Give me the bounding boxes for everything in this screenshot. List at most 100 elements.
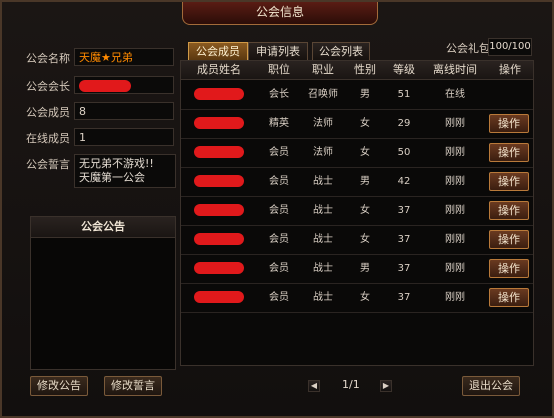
announcement-panel: 公会公告	[30, 216, 176, 370]
cell-position: 精英	[269, 118, 289, 129]
guild-members-value: 8	[74, 102, 174, 120]
guild-motto-box: 无兄弟不游戏!! 天魔第一公会	[74, 154, 176, 188]
cell-offline-time: 在线	[445, 89, 465, 100]
cell-member-name	[181, 225, 257, 254]
cell-class: 法师	[313, 147, 333, 158]
header-actions: 操作	[499, 63, 521, 76]
cell-member-name	[181, 80, 257, 109]
redacted-name	[194, 204, 244, 216]
guild-name-value: 天魔★兄弟	[74, 48, 174, 66]
cell-class: 战士	[313, 263, 333, 274]
cell-offline-time: 刚刚	[445, 205, 465, 216]
row-action-button[interactable]: 操作	[489, 143, 529, 162]
cell-gender: 女	[360, 234, 370, 245]
cell-position: 会员	[269, 263, 289, 274]
table-row[interactable]: 会员 战士 男 37 刚刚 操作	[181, 254, 533, 284]
redacted-name	[194, 291, 244, 303]
redacted-name	[79, 80, 131, 92]
table-row[interactable]: 精英 法师 女 29 刚刚 操作	[181, 109, 533, 139]
redacted-name	[194, 175, 244, 187]
window-title: 公会信息	[182, 2, 378, 25]
cell-level: 50	[397, 147, 411, 158]
redacted-name	[194, 233, 244, 245]
cell-member-name	[181, 109, 257, 138]
cell-offline-time: 刚刚	[445, 292, 465, 303]
cell-level: 29	[397, 118, 411, 129]
row-action-button[interactable]: 操作	[489, 114, 529, 133]
redacted-name	[194, 88, 244, 100]
announcement-title: 公会公告	[31, 217, 175, 238]
cell-gender: 女	[360, 205, 370, 216]
cell-gender: 女	[360, 147, 370, 158]
cell-member-name	[181, 138, 257, 167]
redacted-name	[194, 146, 244, 158]
cell-member-name	[181, 283, 257, 312]
row-action-button[interactable]: 操作	[489, 230, 529, 249]
next-page-icon[interactable]: ▶	[380, 380, 392, 392]
tab-guild-list[interactable]: 公会列表	[312, 42, 370, 60]
cell-position: 会员	[269, 234, 289, 245]
cell-gender: 女	[360, 292, 370, 303]
guild-members-label: 公会成员	[26, 106, 70, 119]
redacted-name	[194, 262, 244, 274]
prev-page-icon[interactable]: ◀	[308, 380, 320, 392]
cell-class: 法师	[313, 118, 333, 129]
page-indicator: 1/1	[342, 378, 360, 391]
cell-gender: 男	[360, 176, 370, 187]
guild-leader-label: 公会会长	[26, 80, 70, 93]
edit-motto-button[interactable]: 修改誓言	[104, 376, 162, 396]
table-row[interactable]: 会员 战士 女 37 刚刚 操作	[181, 196, 533, 226]
leave-guild-button[interactable]: 退出公会	[462, 376, 520, 396]
cell-offline-time: 刚刚	[445, 147, 465, 158]
row-action-button[interactable]: 操作	[489, 201, 529, 220]
row-action-button[interactable]: 操作	[489, 172, 529, 191]
row-action-button[interactable]: 操作	[489, 288, 529, 307]
header-class: 职业	[312, 63, 334, 76]
guild-gift-value: 100/100	[488, 38, 532, 56]
table-row[interactable]: 会员 法师 女 50 刚刚 操作	[181, 138, 533, 168]
cell-class: 战士	[313, 205, 333, 216]
tab-guild-members[interactable]: 公会成员	[188, 42, 248, 60]
cell-class: 战士	[313, 176, 333, 187]
cell-level: 37	[397, 263, 411, 274]
guild-leader-value	[74, 76, 174, 94]
redacted-name	[194, 117, 244, 129]
table-row[interactable]: 会员 战士 女 37 刚刚 操作	[181, 225, 533, 255]
row-action-button[interactable]: 操作	[489, 259, 529, 278]
cell-offline-time: 刚刚	[445, 234, 465, 245]
tab-applications[interactable]: 申请列表	[248, 42, 308, 60]
cell-offline-time: 刚刚	[445, 263, 465, 274]
cell-level: 51	[397, 89, 411, 100]
guild-motto-label: 公会誓言	[26, 158, 70, 171]
cell-member-name	[181, 167, 257, 196]
cell-member-name	[181, 254, 257, 283]
guild-summary-panel: 公会名称 天魔★兄弟 公会会长 公会成员 8 在线成员 1 公会誓言 无兄弟不游…	[18, 38, 176, 396]
cell-position: 会员	[269, 176, 289, 187]
online-members-label: 在线成员	[26, 132, 70, 145]
cell-gender: 女	[360, 118, 370, 129]
table-row[interactable]: 会员 战士 男 42 刚刚 操作	[181, 167, 533, 197]
table-row[interactable]: 会员 战士 女 37 刚刚 操作	[181, 283, 533, 313]
cell-level: 37	[397, 292, 411, 303]
header-position: 职位	[268, 63, 290, 76]
member-table: 成员姓名 职位 职业 性别 等级 离线时间 操作 会长 召唤师男 51 在线 精英 法师女…	[180, 60, 534, 366]
guild-gift-label: 公会礼包	[446, 42, 490, 55]
cell-position: 会长	[269, 89, 289, 100]
online-members-value: 1	[74, 128, 174, 146]
cell-level: 37	[397, 205, 411, 216]
cell-class: 战士	[313, 292, 333, 303]
header-member-name: 成员姓名	[197, 63, 241, 76]
header-gender: 性别	[354, 63, 376, 76]
cell-position: 会员	[269, 292, 289, 303]
guild-motto-line-2: 天魔第一公会	[79, 171, 145, 184]
cell-level: 42	[397, 176, 411, 187]
cell-position: 会员	[269, 205, 289, 216]
cell-class: 召唤师	[308, 89, 338, 100]
cell-gender: 男	[360, 263, 370, 274]
table-row[interactable]: 会长 召唤师 男 51 在线	[181, 80, 533, 110]
cell-member-name	[181, 196, 257, 225]
cell-offline-time: 刚刚	[445, 176, 465, 187]
edit-announcement-button[interactable]: 修改公告	[30, 376, 88, 396]
table-header: 成员姓名 职位 职业 性别 等级 离线时间 操作	[181, 61, 533, 80]
guild-info-window: 公会信息 公会名称 天魔★兄弟 公会会长 公会成员 8 在线成员 1 公会誓言 …	[0, 0, 554, 418]
